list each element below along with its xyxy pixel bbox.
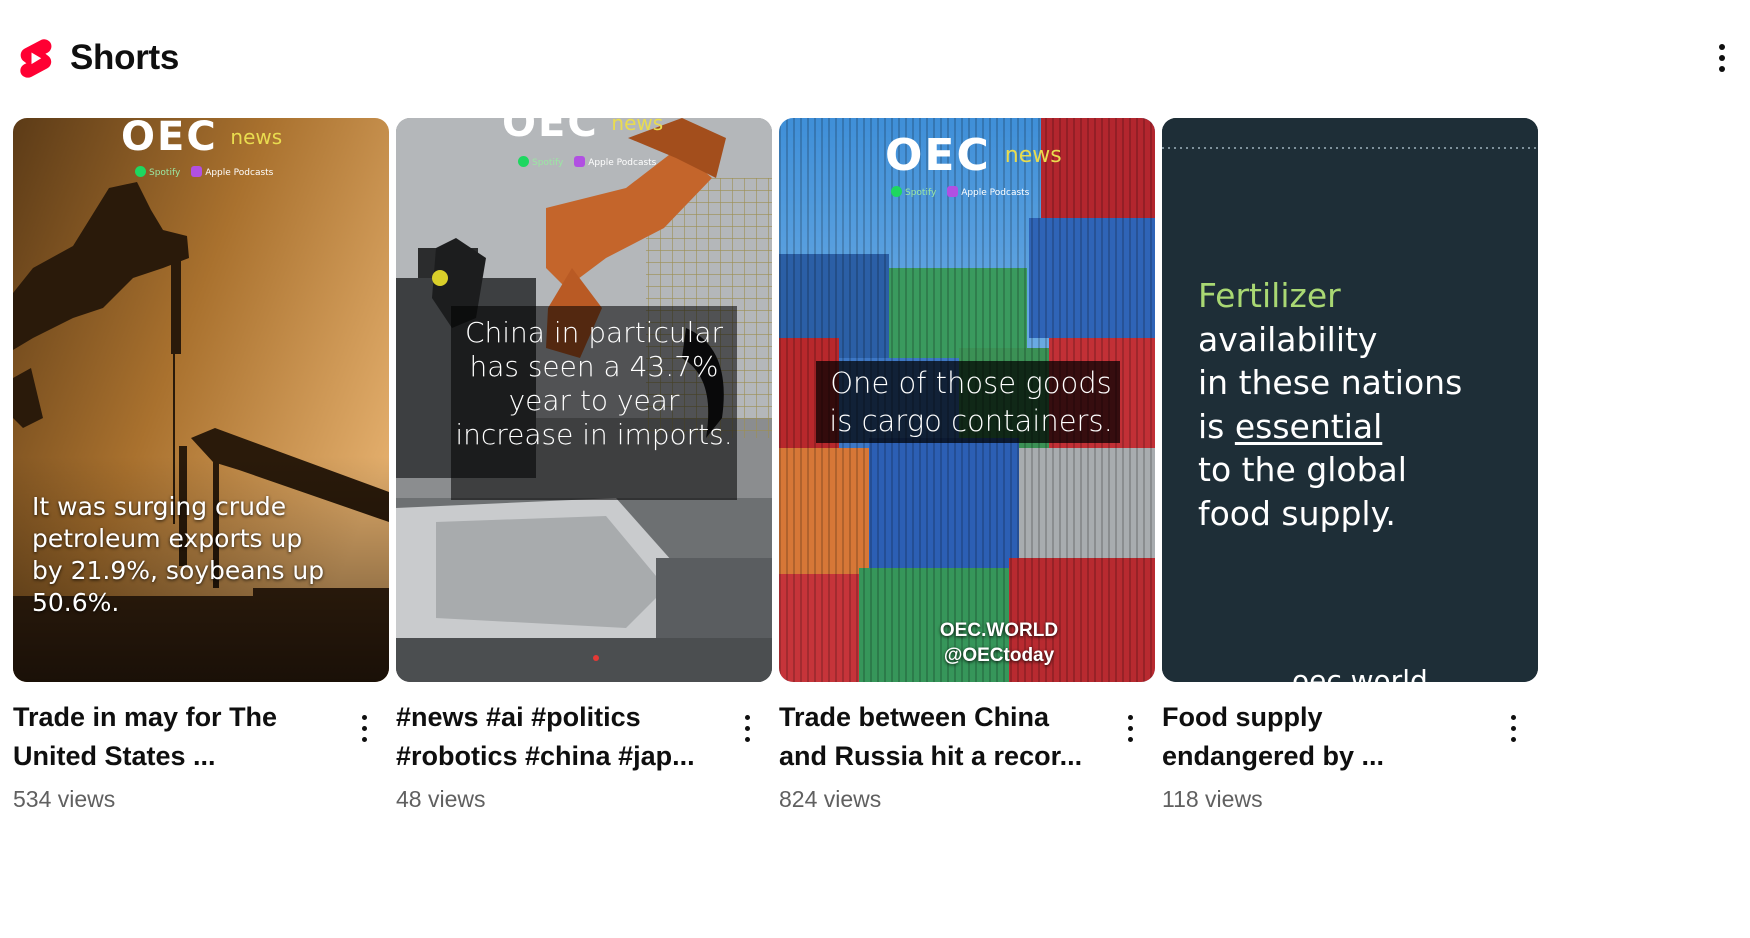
watermark-handle: @OECtoday <box>943 645 1055 666</box>
spotify-icon <box>135 166 146 177</box>
oec-world-footer: oec.world <box>1292 664 1428 682</box>
oec-brand: OEC <box>502 118 599 146</box>
caption-line: in these nations <box>1198 363 1463 402</box>
podcast-links: Spotify Apple Podcasts <box>518 156 656 168</box>
apple-podcasts-label: Apple Podcasts <box>205 168 274 178</box>
short-card: Fertilizer availability in these nations… <box>1162 118 1538 838</box>
short-card: OEC news Spotify Apple Podcasts China in… <box>396 118 772 838</box>
podcast-links: Spotify Apple Podcasts <box>135 166 273 178</box>
oec-news-label: news <box>1004 143 1062 168</box>
podcast-links: Spotify Apple Podcasts <box>891 186 1029 198</box>
more-vertical-icon-dot <box>1511 726 1516 731</box>
caption-line: food supply. <box>1198 493 1396 533</box>
short-thumbnail[interactable]: Fertilizer availability in these nations… <box>1162 118 1538 682</box>
thumbnail-caption: China in particular has seen a 43.7% yea… <box>455 316 733 451</box>
caption-emphasis: essential <box>1234 406 1383 446</box>
short-title[interactable]: Trade in may for The United States ... <box>13 698 333 776</box>
short-more-button[interactable] <box>355 712 375 746</box>
short-thumbnail[interactable]: OEC news Spotify Apple Podcasts It was s… <box>13 118 389 682</box>
view-count: 534 views <box>13 786 116 812</box>
more-vertical-icon <box>1719 44 1725 50</box>
view-count: 118 views <box>1162 786 1263 812</box>
more-vertical-icon-dot <box>1719 55 1725 61</box>
short-title[interactable]: Trade between China and Russia hit a rec… <box>779 698 1099 776</box>
caption-text: is <box>1198 406 1235 446</box>
more-vertical-icon-dot <box>362 737 367 742</box>
more-vertical-icon-dot <box>745 726 750 731</box>
caption-text: availability <box>1198 319 1378 359</box>
more-vertical-icon-dot <box>1719 66 1725 72</box>
short-card: OEC news Spotify Apple Podcasts One of t… <box>779 118 1155 838</box>
caption-line: Fertilizer availability <box>1198 274 1528 361</box>
watermark-line: OEC.WORLD <box>939 620 1059 641</box>
oec-logo: OEC news <box>121 118 282 160</box>
oec-watermark: OEC.WORLD @OECtoday <box>899 618 1099 668</box>
short-thumbnail[interactable]: OEC news Spotify Apple Podcasts One of t… <box>779 118 1155 682</box>
more-vertical-icon-dot <box>362 726 367 731</box>
oec-logo: OEC news <box>885 130 1062 181</box>
short-title[interactable]: Food supply endangered by ... <box>1162 698 1482 776</box>
more-vertical-icon-dot <box>745 737 750 742</box>
shelf-more-button[interactable] <box>1712 40 1732 76</box>
more-vertical-icon <box>1128 715 1133 720</box>
more-vertical-icon <box>362 715 367 720</box>
oec-logo: OEC news <box>502 118 663 146</box>
caption-line: to the global <box>1198 450 1407 489</box>
spotify-label: Spotify <box>149 168 181 178</box>
spotify-label: Spotify <box>905 188 937 198</box>
spotify-icon <box>891 186 902 197</box>
shelf-header: Shorts <box>18 34 1738 82</box>
oec-news-label: news <box>230 125 283 149</box>
thumbnail-caption: One of those goods is cargo containers. <box>829 366 1113 438</box>
more-vertical-icon-dot <box>1511 737 1516 742</box>
short-more-button[interactable] <box>1504 712 1524 746</box>
short-title[interactable]: #news #ai #politics #robotics #china #ja… <box>396 698 716 776</box>
shelf-title: Shorts <box>70 38 180 77</box>
more-vertical-icon <box>745 715 750 720</box>
apple-podcasts-icon <box>191 166 203 177</box>
short-card: OEC news Spotify Apple Podcasts It was s… <box>13 118 389 838</box>
apple-podcasts-label: Apple Podcasts <box>588 158 657 168</box>
thumbnail-caption: Fertilizer availability in these nations… <box>1198 274 1528 535</box>
short-more-button[interactable] <box>738 712 758 746</box>
short-more-button[interactable] <box>1121 712 1141 746</box>
oec-brand: OEC <box>885 130 991 181</box>
shorts-grid: OEC news Spotify Apple Podcasts It was s… <box>13 118 1740 838</box>
apple-podcasts-label: Apple Podcasts <box>961 188 1030 198</box>
view-count: 824 views <box>779 786 882 812</box>
shorts-logo-icon <box>20 39 52 78</box>
more-vertical-icon-dot <box>1128 726 1133 731</box>
spotify-icon <box>518 156 529 167</box>
more-vertical-icon <box>1511 715 1516 720</box>
oec-brand: OEC <box>121 118 218 160</box>
apple-podcasts-icon <box>574 156 586 167</box>
apple-podcasts-icon <box>947 186 959 197</box>
short-thumbnail[interactable]: OEC news Spotify Apple Podcasts China in… <box>396 118 772 682</box>
caption-line: is essential <box>1198 405 1528 449</box>
spotify-label: Spotify <box>532 158 564 168</box>
oec-news-label: news <box>611 118 664 135</box>
caption-highlight: Fertilizer <box>1198 276 1341 315</box>
thumbnail-caption: It was surging crude petroleum exports u… <box>32 492 325 617</box>
view-count: 48 views <box>396 786 486 812</box>
more-vertical-icon-dot <box>1128 737 1133 742</box>
